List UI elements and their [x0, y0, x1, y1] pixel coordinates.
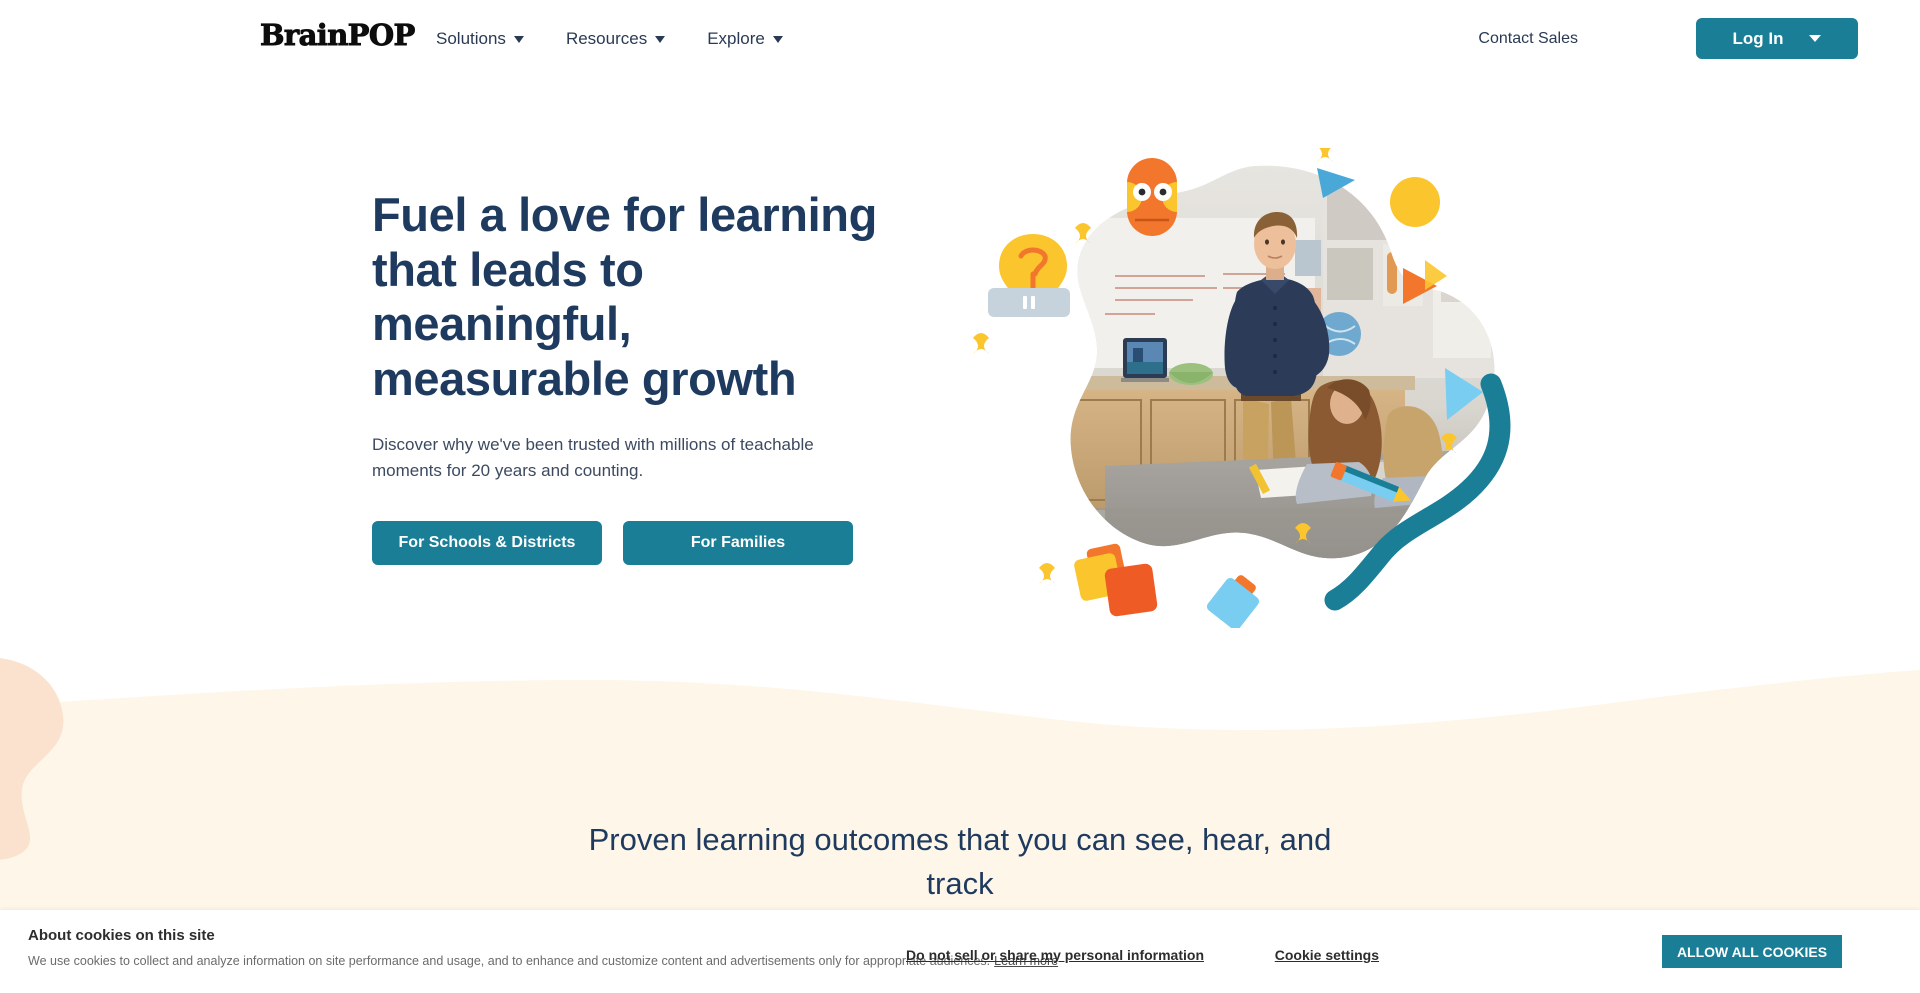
- yellow-circle-decoration: [1390, 177, 1440, 227]
- brainpop-logo[interactable]: BrainPOP: [260, 20, 416, 50]
- nav-item-explore-label: Explore: [707, 29, 765, 48]
- cookie-banner-text: We use cookies to collect and analyze in…: [28, 954, 1058, 968]
- pause-icon: [1023, 296, 1027, 309]
- page-title: Fuel a love for learning that leads to m…: [372, 188, 877, 405]
- nav-item-solutions-label: Solutions: [436, 29, 506, 48]
- for-families-button[interactable]: For Families: [623, 520, 853, 565]
- page-root: BrainPOP Solutions Resources Explore Con…: [0, 0, 1920, 993]
- cookie-banner-title: About cookies on this site: [28, 927, 215, 944]
- for-schools-districts-button[interactable]: For Schools & Districts: [372, 520, 602, 565]
- site-header: BrainPOP Solutions Resources Explore Con…: [0, 0, 1920, 78]
- cookie-consent-banner: About cookies on this site We use cookie…: [0, 910, 1920, 993]
- robot-head-decoration: [1127, 158, 1177, 236]
- nav-item-resources[interactable]: Resources: [565, 29, 666, 49]
- allow-all-cookies-button[interactable]: ALLOW ALL COOKIES: [1662, 935, 1842, 968]
- hero-subtitle: Discover why we've been trusted with mil…: [372, 435, 814, 481]
- chevron-down-icon: [513, 35, 524, 43]
- chevron-down-icon: [655, 35, 666, 43]
- hero-copy: Fuel a love for learning that leads to m…: [372, 188, 892, 565]
- pause-video-button[interactable]: [988, 288, 1070, 317]
- proven-outcomes-section: Proven learning outcomes that you can se…: [0, 818, 1920, 906]
- cookie-settings-link[interactable]: Cookie settings: [1275, 947, 1379, 963]
- do-not-sell-link[interactable]: Do not sell or share my personal informa…: [906, 947, 1204, 963]
- nav-item-explore[interactable]: Explore: [707, 29, 783, 49]
- sky-square-decoration: [1206, 575, 1260, 631]
- contact-sales-link[interactable]: Contact Sales: [1478, 30, 1578, 48]
- login-button-label: Log In: [1732, 28, 1784, 48]
- section-heading: Proven learning outcomes that you can se…: [588, 822, 1332, 902]
- chevron-down-icon: [1809, 35, 1822, 42]
- hero-cta-group: For Schools & Districts For Families: [372, 520, 892, 565]
- hero-illustration: [973, 141, 1511, 631]
- chevron-down-icon: [772, 35, 783, 43]
- main-navigation: Solutions Resources Explore: [436, 0, 783, 78]
- cookie-banner-body: We use cookies to collect and analyze in…: [28, 954, 991, 968]
- square-decorations: [1074, 543, 1158, 617]
- hero-artwork: [955, 141, 1555, 631]
- nav-item-resources-label: Resources: [565, 29, 648, 48]
- nav-item-solutions[interactable]: Solutions: [436, 29, 524, 49]
- pause-icon: [1031, 296, 1035, 309]
- hero-section: Fuel a love for learning that leads to m…: [0, 78, 1920, 678]
- login-button[interactable]: Log In: [1696, 18, 1858, 59]
